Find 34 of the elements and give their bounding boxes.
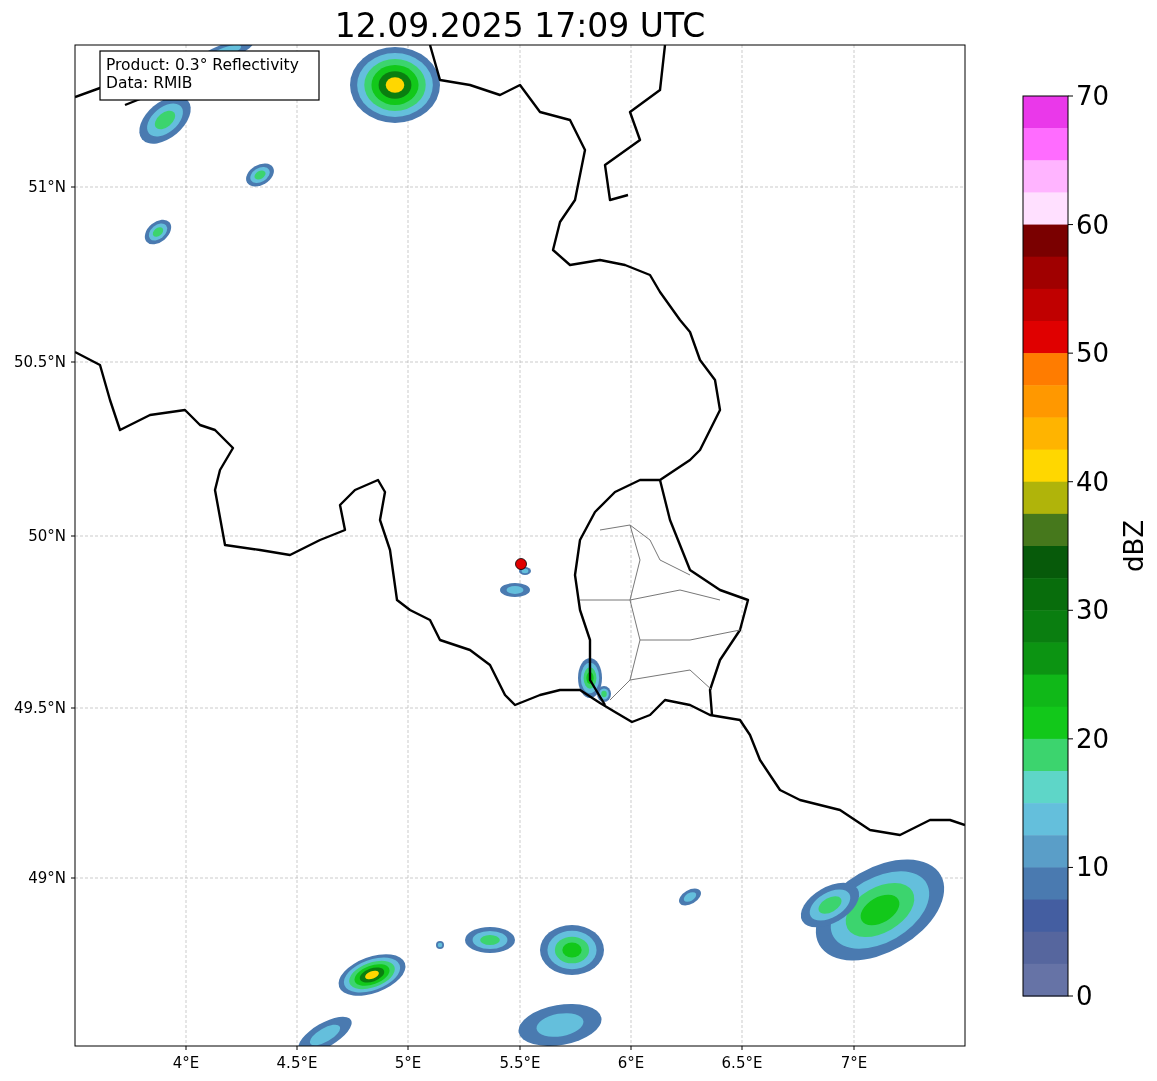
colorbar-tick-label: 70 — [1076, 81, 1110, 111]
longitude-label: 6°E — [617, 1054, 645, 1072]
radar-echo — [679, 888, 701, 906]
longitude-label: 6.5°E — [721, 1054, 763, 1072]
longitude-label: 4.5°E — [276, 1054, 318, 1072]
latitude-label: 49°N — [28, 869, 66, 887]
chart-title: 12.09.2025 17:09 UTC — [334, 6, 706, 45]
longitude-label: 5.5°E — [499, 1054, 541, 1072]
colorbar-tick-label: 30 — [1076, 595, 1110, 626]
radar-echo — [144, 219, 172, 245]
colorbar-tick-label: 20 — [1076, 723, 1110, 754]
radar-echo — [436, 941, 444, 949]
colorbar-tick-label: 0 — [1076, 981, 1093, 1011]
info-text: Data: RMIB — [106, 74, 193, 92]
colorbar-tick-label: 60 — [1076, 209, 1110, 240]
radar-echo — [246, 163, 274, 187]
longitude-label: 7°E — [840, 1054, 868, 1072]
latitude-label: 49.5°N — [13, 699, 66, 717]
radar-echo — [540, 925, 604, 975]
colorbar-tick-label: 10 — [1076, 852, 1110, 883]
radar-echo — [500, 583, 530, 597]
info-text: Product: 0.3° Reflectivity — [106, 56, 299, 74]
latitude-label: 51°N — [28, 178, 66, 196]
latitude-label: 50°N — [28, 527, 66, 545]
longitude-label: 5°E — [394, 1054, 422, 1072]
radar-echo — [298, 1016, 352, 1046]
latitude-label: 50.5°N — [13, 353, 66, 371]
radar-site-marker — [515, 558, 527, 570]
colorbar-tick-label: 50 — [1076, 338, 1110, 369]
longitude-label: 4°E — [172, 1054, 200, 1072]
radar-echo — [465, 927, 515, 953]
colorbar-label: dBZ — [1119, 519, 1149, 573]
radar-echo — [338, 954, 406, 996]
colorbar-tick-label: 40 — [1076, 466, 1110, 497]
